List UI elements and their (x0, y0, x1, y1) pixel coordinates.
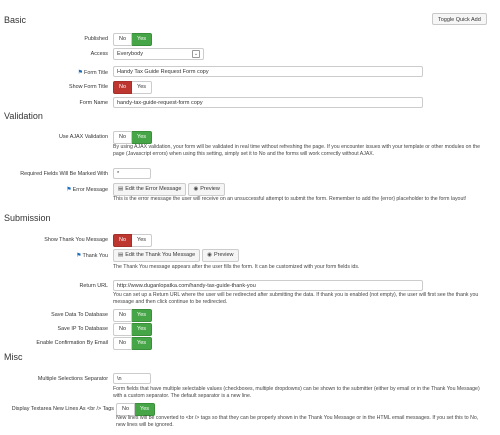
textarea-newlines-label: Display Textarea New Lines As <br /> Tag… (11, 406, 114, 412)
show-thank-you-yes-option[interactable]: Yes (132, 234, 153, 247)
preview-error-message-label: Preview (200, 186, 220, 192)
save-ip-no-option[interactable]: No (113, 323, 133, 336)
form-title-input[interactable]: Handy Tax Guide Request Form copy (113, 66, 423, 77)
show-form-title-no-option[interactable]: No (113, 81, 133, 94)
save-db-no-option[interactable]: No (113, 309, 133, 322)
edit-icon: ▤ (118, 252, 124, 258)
error-message-label: ⚑Error Message (66, 186, 108, 193)
separator-help: Form fields that have multiple selectabl… (113, 386, 480, 399)
eye-icon: ◉ (207, 252, 212, 258)
preview-thank-you-button[interactable]: ◉ Preview (202, 249, 239, 262)
confirm-email-yes-option[interactable]: Yes (132, 337, 153, 350)
show-thank-you-label: Show Thank You Message (44, 237, 108, 243)
flag-icon: ⚑ (77, 70, 84, 76)
eye-icon: ◉ (193, 186, 199, 192)
use-ajax-no-option[interactable]: No (113, 131, 133, 144)
return-url-input[interactable]: http://www.duganlopatka.com/handy-tax-gu… (113, 280, 423, 291)
use-ajax-toggle[interactable]: No Yes (113, 131, 153, 144)
access-select[interactable]: Everybody ⌄ (113, 48, 204, 60)
show-form-title-toggle[interactable]: No Yes (113, 81, 153, 94)
flag-icon: ⚑ (66, 187, 72, 193)
return-url-label: Return URL (79, 283, 108, 289)
save-ip-yes-option[interactable]: Yes (132, 323, 153, 336)
use-ajax-yes-option[interactable]: Yes (132, 131, 153, 144)
use-ajax-label: Use AJAX Validation (58, 134, 108, 140)
flag-icon: ⚑ (76, 253, 82, 259)
preview-error-message-button[interactable]: ◉ Preview (188, 183, 225, 196)
section-submission-title: Submission (4, 213, 51, 223)
show-form-title-label: Show Form Title (69, 84, 108, 90)
show-thank-you-toggle[interactable]: No Yes (113, 234, 153, 247)
form-name-input[interactable]: handy-tax-guide-request-form copy (113, 97, 423, 108)
save-ip-toggle[interactable]: No Yes (113, 323, 153, 336)
confirm-email-label: Enable Confirmation By Email (36, 340, 108, 346)
thank-you-label-text: Thank You (82, 253, 108, 259)
error-message-help: This is the error message the user will … (113, 196, 467, 202)
confirm-email-no-option[interactable]: No (113, 337, 133, 350)
form-title-label: ⚑Form Title (78, 69, 108, 76)
error-message-buttons: ▤ Edit the Error Message ◉ Preview (113, 183, 225, 196)
form-properties-page: Toggle Quick Add Basic Published No Yes … (0, 0, 500, 435)
save-db-yes-option[interactable]: Yes (132, 309, 153, 322)
section-basic-title: Basic (4, 15, 27, 25)
return-url-help: You can set up a Return URL where the us… (113, 292, 479, 305)
save-ip-label: Save IP To Database (57, 326, 108, 332)
thank-you-label: ⚑Thank You (76, 252, 108, 259)
separator-label: Multiple Selections Separator (37, 376, 108, 382)
textarea-newlines-toggle[interactable]: No Yes (116, 403, 156, 416)
show-thank-you-no-option[interactable]: No (113, 234, 133, 247)
form-title-label-text: Form Title (84, 70, 108, 76)
use-ajax-help: By using AJAX validation, your form will… (113, 144, 481, 157)
edit-thank-you-label: Edit the Thank You Message (125, 252, 196, 258)
required-mark-label: Required Fields Will Be Marked With (20, 171, 108, 177)
section-validation-title: Validation (4, 111, 43, 121)
access-value: Everybody (117, 51, 143, 57)
access-label: Access (90, 51, 108, 57)
textarea-newlines-help: New lines will be converted to <br /> ta… (116, 415, 479, 428)
separator-input[interactable]: \n (113, 373, 151, 384)
thank-you-buttons: ▤ Edit the Thank You Message ◉ Preview (113, 249, 239, 262)
chevron-down-icon: ⌄ (192, 50, 200, 58)
section-misc-title: Misc (4, 352, 23, 362)
published-yes-option[interactable]: Yes (132, 33, 153, 46)
toggle-quick-add-button[interactable]: Toggle Quick Add (432, 13, 487, 25)
published-label: Published (84, 36, 108, 42)
edit-error-message-label: Edit the Error Message (125, 186, 182, 192)
edit-icon: ▤ (118, 186, 124, 192)
save-db-label: Save Data To Database (51, 312, 108, 318)
edit-error-message-button[interactable]: ▤ Edit the Error Message (113, 183, 187, 196)
preview-thank-you-label: Preview (213, 252, 234, 258)
published-toggle[interactable]: No Yes (113, 33, 153, 46)
save-db-toggle[interactable]: No Yes (113, 309, 153, 322)
published-no-option[interactable]: No (113, 33, 133, 46)
edit-thank-you-button[interactable]: ▤ Edit the Thank You Message (113, 249, 201, 262)
error-message-label-text: Error Message (72, 187, 108, 193)
show-form-title-yes-option[interactable]: Yes (132, 81, 153, 94)
required-mark-input[interactable]: * (113, 168, 151, 179)
confirm-email-toggle[interactable]: No Yes (113, 337, 153, 350)
thank-you-help: The Thank You message appears after the … (113, 264, 360, 270)
form-name-label: Form Name (79, 100, 108, 106)
